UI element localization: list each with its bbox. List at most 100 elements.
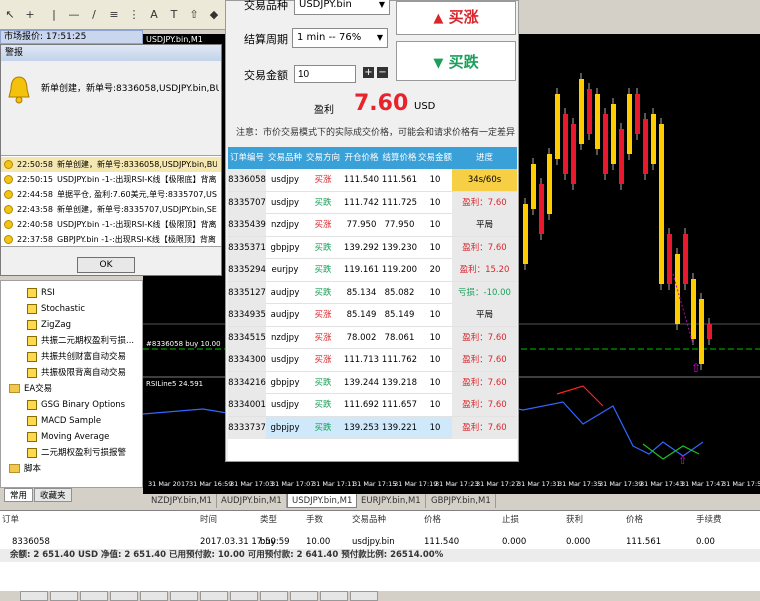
alert-row[interactable]: 22:50:58 新单创建，新单号:8336058,USDJPY.bin,BUY,…	[1, 157, 221, 172]
table-row[interactable]: 8334300 usdjpy 买涨 111.713 111.762 10 盈利：7.60	[228, 349, 517, 372]
time-axis-label: 31 Mar 17:51	[722, 480, 760, 488]
table-cell: audjpy	[270, 310, 300, 320]
table-row[interactable]: 8334515 nzdjpy 买涨 78.002 78.061 10 盈利：7.60	[228, 326, 517, 349]
table-row[interactable]: 8335707 usdjpy 买跌 111.742 111.725 10 盈利：7.60	[228, 191, 517, 214]
buy-fall-button[interactable]: ▼ 买跌	[396, 41, 516, 81]
table-cell: 111.657	[381, 400, 418, 410]
plus-button[interactable]: +	[363, 67, 374, 78]
alert-text: 新单创建，新单号:8335707,USDJPY.bin,SELL,...	[57, 205, 217, 214]
rsi-arrow-icon: ⇧	[678, 454, 687, 467]
crosshair-icon[interactable]: +	[22, 7, 38, 23]
table-cell: 139.230	[381, 242, 418, 253]
tab-common[interactable]: 常用	[4, 488, 34, 502]
table-cell: 10	[429, 422, 441, 433]
table-row[interactable]: 8335371 gbpjpy 买跌 139.292 139.230 10 盈利：7.60	[228, 236, 517, 259]
alert-time: 22:40:58	[17, 220, 53, 229]
alert-row[interactable]: 22:44:58 单据平仓, 盈利:7.60美元,单号:8335707,USDJ.…	[1, 187, 221, 202]
chart-tab[interactable]: USDJPY.bin,M1	[287, 494, 358, 508]
table-cell: 平局	[452, 304, 517, 326]
ok-button[interactable]: OK	[77, 257, 135, 273]
arrow-icon[interactable]: ⇧	[186, 7, 202, 23]
chart-tab[interactable]: AUDJPY.bin,M1	[217, 494, 287, 508]
alert-bell-icon	[4, 205, 13, 214]
alert-bell-icon	[4, 220, 13, 229]
tab-favorites[interactable]: 收藏夹	[34, 488, 72, 502]
vertical-line-icon[interactable]: |	[46, 7, 62, 23]
table-cell: usdjpy	[271, 355, 299, 365]
nav-folder-ea[interactable]: EA交易	[9, 382, 52, 397]
fibonacci-icon[interactable]: ⋮	[126, 7, 142, 23]
table-row[interactable]: 8335127 audjpy 买跌 85.134 85.082 10 亏损：-10.00	[228, 281, 517, 304]
alert-bell-icon	[4, 175, 13, 184]
alert-text: 新单创建，新单号:8336058,USDJPY.bin,BUY,1...	[57, 160, 217, 169]
buy-rise-button[interactable]: ▲ 买涨	[396, 1, 516, 35]
chevron-down-icon: ▼	[378, 0, 385, 9]
amount-input[interactable]	[294, 65, 356, 83]
chart-tab[interactable]: EURJPY.bin,M1	[357, 494, 426, 508]
nav-item-divergence-trade[interactable]: 共振极限背离自动交易	[27, 366, 126, 381]
shapes-icon[interactable]: ◆	[206, 7, 222, 23]
nav-item-zigzag[interactable]: ZigZag	[27, 318, 71, 333]
label-icon[interactable]: T	[166, 7, 182, 23]
table-row[interactable]: 8334935 audjpy 买涨 85.149 85.149 10 平局	[228, 304, 517, 327]
time-axis-label: 31 Mar 17:07	[271, 480, 314, 488]
symbol-select[interactable]: USDJPY.bin ▼	[294, 0, 390, 15]
table-cell: 买跌	[314, 377, 332, 388]
time-axis-label: 31 Mar 17:27	[476, 480, 519, 488]
table-row[interactable]: 8333737 gbpjpy 买跌 139.253 139.221 10 盈利：7.60	[228, 416, 517, 439]
alert-bell-icon	[4, 160, 13, 169]
nav-item-macd[interactable]: MACD Sample	[27, 414, 101, 429]
table-cell: 111.561	[381, 175, 418, 185]
nav-item-alarm[interactable]: 二元期权盈利亏损报警	[27, 446, 126, 461]
alert-bell-icon	[4, 190, 13, 199]
table-row[interactable]: 8335439 nzdjpy 买涨 77.950 77.950 10 平局	[228, 214, 517, 237]
time-axis-label: 31 Mar 16:59	[189, 480, 232, 488]
candle	[531, 164, 536, 209]
terminal-cell: 0.000	[502, 537, 527, 547]
table-cell: 买跌	[314, 287, 332, 298]
candle	[563, 114, 568, 174]
table-cell: 10	[429, 287, 441, 298]
table-cell: 买跌	[314, 400, 332, 410]
period-select[interactable]: 1 min -- 76% ▼	[292, 28, 388, 48]
expert-icon	[27, 431, 37, 442]
nav-item-stochastic[interactable]: Stochastic	[27, 302, 85, 317]
trendline-icon[interactable]: /	[86, 7, 102, 23]
channel-icon[interactable]: ≡	[106, 7, 122, 23]
nav-folder-scripts[interactable]: 脚本	[9, 462, 41, 477]
candle	[667, 234, 672, 284]
chart-tab[interactable]: NZDJPY.bin,M1	[147, 494, 217, 508]
orders-header-cell: 进度	[452, 147, 517, 169]
table-row[interactable]: 8334001 usdjpy 买跌 111.692 111.657 10 盈利：7.60	[228, 394, 517, 417]
candle	[587, 89, 592, 134]
alert-row[interactable]: 22:43:58 新单创建，新单号:8335707,USDJPY.bin,SELL…	[1, 202, 221, 217]
nav-item-gsg[interactable]: GSG Binary Options	[27, 398, 125, 413]
table-cell: 买涨	[314, 355, 332, 365]
minus-button[interactable]: −	[377, 67, 388, 78]
text-icon[interactable]: A	[146, 7, 162, 23]
candle	[683, 234, 688, 284]
navigator-panel: RSI Stochastic ZigZag 共振二元期权盈利亏损... 共振共创…	[0, 280, 143, 488]
trade-panel: 交易品种 USDJPY.bin ▼ 结算周期 1 min -- 76% ▼ 交易金额…	[225, 0, 519, 462]
chart-tab[interactable]: GBPJPY.bin,M1	[427, 494, 496, 508]
table-row[interactable]: 8335294 eurjpy 买跌 119.161 119.200 20 盈利：15.20	[228, 259, 517, 282]
table-cell: 78.002	[346, 332, 377, 343]
alert-row[interactable]: 22:50:15 USDJPY.bin -1-:出现RSI-K线【极限底】背离	[1, 172, 221, 187]
cursor-icon[interactable]: ↖	[2, 7, 18, 23]
nav-item-profit-loss[interactable]: 共振二元期权盈利亏损...	[27, 334, 134, 349]
table-row[interactable]: 8336058 usdjpy 买涨 111.540 111.561 10 34s/60s	[228, 169, 517, 192]
table-row[interactable]: 8334216 gbpjpy 买跌 139.244 139.218 10 盈利：7.60	[228, 371, 517, 394]
alert-row[interactable]: 22:37:58 GBPJPY.bin -1-:出现RSI-K线【极限顶】背离	[1, 232, 221, 247]
terminal-panel: 订单 时间 类型 手数 交易品种 价格 止损 获利 价格 手续费 8336058 2017.03.3…	[0, 510, 760, 601]
alert-row[interactable]: 22:40:58 USDJPY.bin -1-:出现RSI-K线【极限顶】背离	[1, 217, 221, 232]
table-cell: 10	[429, 220, 441, 230]
table-cell: 买涨	[314, 220, 332, 230]
table-cell: 盈利：7.60	[452, 416, 517, 439]
alert-history-list[interactable]: 22:50:58 新单创建，新单号:8336058,USDJPY.bin,BUY,…	[1, 155, 221, 247]
nav-item-moving-average[interactable]: Moving Average	[27, 430, 109, 445]
folder-icon	[9, 384, 20, 393]
horizontal-line-icon[interactable]: —	[66, 7, 82, 23]
nav-item-auto-trade[interactable]: 共振共创财富自动交易	[27, 350, 126, 365]
table-cell: 8333737	[228, 416, 266, 439]
nav-item-rsi[interactable]: RSI	[27, 286, 55, 301]
